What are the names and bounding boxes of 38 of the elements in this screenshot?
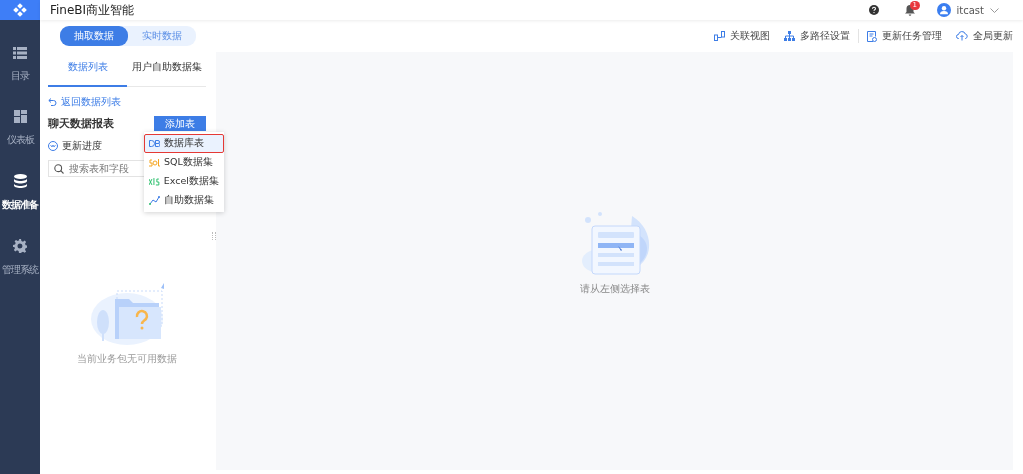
sql-icon <box>149 158 160 167</box>
menu-item[interactable]: 数据库表 <box>144 134 224 153</box>
settings-icon <box>13 239 27 253</box>
nav-item[interactable]: 仪表板 <box>0 110 40 147</box>
return-icon <box>48 98 57 106</box>
add-table-button[interactable]: 添加表 <box>154 116 206 131</box>
empty-state-text: 请从左侧选择表 <box>579 282 650 296</box>
empty-state-text: 当前业务包无可用数据 <box>77 352 177 366</box>
line-chart-icon <box>149 196 160 205</box>
toolbar-button[interactable]: 全局更新 <box>956 29 1013 43</box>
chevron-down-icon[interactable] <box>990 7 999 13</box>
database-icon <box>13 174 27 188</box>
panel-tab[interactable]: 用户自助数据集 <box>127 52 206 87</box>
help-icon[interactable] <box>868 5 879 15</box>
hierarchy-icon <box>784 31 795 41</box>
panel-tab[interactable]: 数据列表 <box>48 52 127 87</box>
progress-icon <box>48 141 58 151</box>
dashboard-icon <box>13 110 27 123</box>
mode-tab[interactable]: 抽取数据 <box>60 26 128 46</box>
search-icon <box>54 163 64 174</box>
nav-item[interactable]: 数据准备 <box>0 174 40 212</box>
list-icon <box>13 47 27 59</box>
nav-item[interactable]: 目录 <box>0 47 40 83</box>
cloud-icon <box>956 31 968 41</box>
toolbar-button[interactable]: 关联视图 <box>714 29 770 43</box>
relation-icon <box>714 31 725 41</box>
excel-icon <box>149 177 160 186</box>
database-table-icon <box>149 140 160 147</box>
menu-item[interactable]: 自助数据集 <box>144 191 224 210</box>
task-icon <box>867 30 877 42</box>
username[interactable]: itcast <box>956 4 984 16</box>
app-title: FineBI商业智能 <box>50 1 135 19</box>
package-title: 聊天数据报表 <box>48 116 114 131</box>
toolbar-button[interactable]: 更新任务管理 <box>867 29 942 43</box>
toolbar-button[interactable]: 多路径设置 <box>784 29 850 43</box>
avatar-icon[interactable] <box>936 3 951 17</box>
back-link[interactable]: 返回数据列表 <box>48 95 206 109</box>
nav-item[interactable]: 管理系统 <box>0 239 40 277</box>
